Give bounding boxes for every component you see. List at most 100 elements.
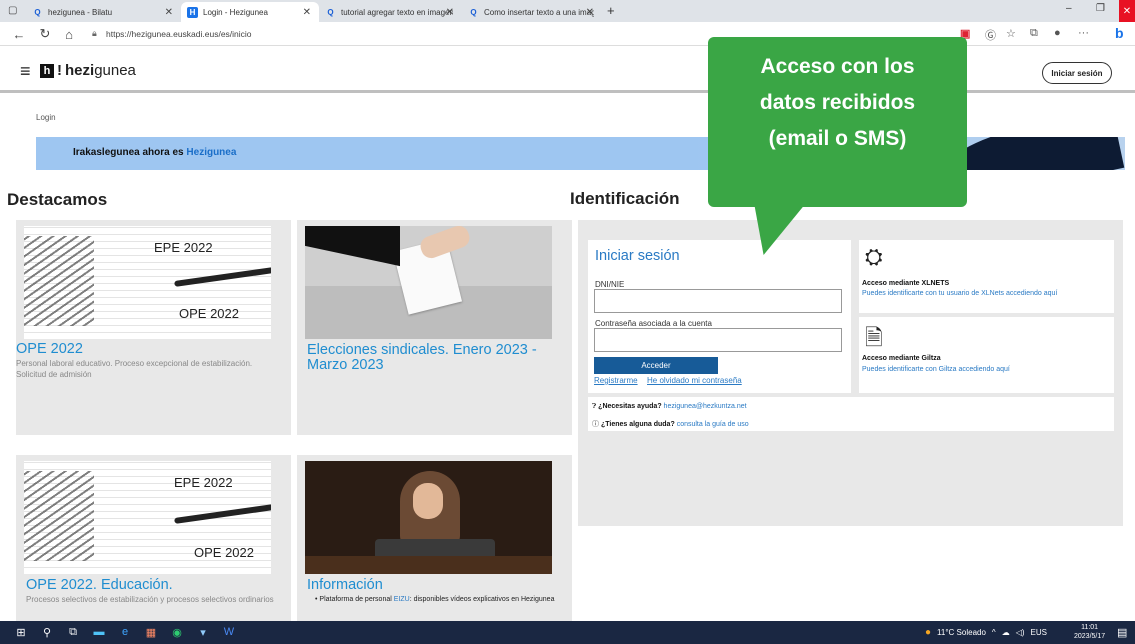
- site-logo[interactable]: h! hezigunea: [40, 62, 136, 79]
- info-icon: ⓘ: [592, 421, 599, 428]
- new-tab-icon[interactable]: +: [607, 3, 615, 18]
- giltza-link[interactable]: Puedes identificarte con Giltza accedien…: [862, 366, 1010, 373]
- dni-input[interactable]: [594, 289, 842, 313]
- logo-mark-icon: h: [40, 63, 54, 78]
- tab-title: Login - Hezigunea: [203, 7, 268, 17]
- login-title: Iniciar sesión: [595, 248, 680, 264]
- help-label: ¿Necesitas ayuda?: [598, 403, 662, 410]
- close-window-icon[interactable]: ✕: [1119, 0, 1135, 22]
- banner-text: Irakaslegunea ahora es Hezigunea: [73, 147, 236, 158]
- close-icon[interactable]: ✕: [586, 7, 594, 18]
- close-icon[interactable]: ✕: [446, 7, 454, 18]
- home-icon[interactable]: ⌂: [60, 25, 78, 43]
- chrome-icon[interactable]: ◉: [170, 625, 184, 639]
- desc-text: Plataforma de personal: [319, 596, 392, 603]
- browser-tab[interactable]: Q tutorial agregar texto en imagen ✕: [319, 2, 462, 22]
- card-description: Personal laboral educativo. Proceso exce…: [16, 359, 253, 379]
- browser-tab[interactable]: Q Como insertar texto a una image ✕: [462, 2, 602, 22]
- submit-button[interactable]: Acceder: [594, 357, 718, 374]
- system-tray: ● 11°C Soleado ^ ☁ ◁) EUS: [925, 627, 1047, 638]
- windows-start-icon[interactable]: ⊞: [14, 625, 28, 639]
- password-label: Contraseña asociada a la cuenta: [595, 319, 712, 328]
- card-title[interactable]: Elecciones sindicales. Enero 2023 - Marz…: [307, 343, 567, 373]
- search-icon: Q: [34, 7, 41, 17]
- volume-icon[interactable]: ◁): [1016, 628, 1025, 637]
- edge-icon[interactable]: e: [118, 625, 132, 639]
- browser-tab-active[interactable]: H Login - Hezigunea ✕: [181, 2, 319, 22]
- card-description: Procesos selectivos de estabilización y …: [26, 595, 274, 604]
- forgot-password-link[interactable]: He olvidado mi contraseña: [647, 376, 742, 385]
- network-icon[interactable]: ☁: [1002, 628, 1010, 637]
- favorites-icon[interactable]: ☆: [1006, 27, 1016, 40]
- weather-text[interactable]: 11°C Soleado: [937, 628, 986, 637]
- card-image: EPE 2022 OPE 2022: [24, 226, 271, 339]
- password-input[interactable]: [594, 328, 842, 352]
- close-icon[interactable]: ✕: [303, 7, 311, 18]
- news-card[interactable]: Información • Plataforma de personal EIZ…: [297, 455, 572, 621]
- restore-icon[interactable]: ❐: [1096, 3, 1105, 14]
- hezigunea-favicon-icon: H: [187, 6, 198, 18]
- tab-actions-icon[interactable]: ▢: [8, 5, 17, 16]
- task-view-icon[interactable]: ⧉: [66, 625, 80, 639]
- news-card[interactable]: EPE 2022 OPE 2022 OPE 2022 Personal labo…: [16, 220, 291, 435]
- logo-suffix: gunea: [94, 62, 136, 79]
- question-icon: ❓︎: [592, 403, 597, 410]
- store-icon[interactable]: ▦: [144, 625, 158, 639]
- section-heading-destacamos: Destacamos: [7, 190, 108, 209]
- collections-icon[interactable]: ⧉: [1030, 27, 1038, 40]
- file-explorer-icon[interactable]: ▬: [92, 625, 106, 639]
- guide-link[interactable]: consulta la guía de uso: [677, 421, 749, 428]
- sun-icon: ●: [925, 627, 932, 638]
- search-icon[interactable]: ⚲: [40, 625, 54, 639]
- header-login-button[interactable]: Iniciar sesión: [1042, 62, 1112, 84]
- giltza-access-box[interactable]: 🗎︎ Acceso mediante Giltza Puedes identif…: [859, 317, 1114, 393]
- news-card[interactable]: Elecciones sindicales. Enero 2023 - Marz…: [297, 220, 572, 435]
- close-icon[interactable]: ✕: [165, 7, 173, 18]
- xlnets-title: Acceso mediante XLNETS: [862, 280, 950, 287]
- users-network-icon: ⛭: [865, 244, 883, 269]
- register-link[interactable]: Registrarme: [594, 376, 638, 385]
- bing-icon[interactable]: b: [1115, 25, 1124, 41]
- image-text: OPE 2022: [179, 306, 239, 321]
- menu-icon[interactable]: ≡: [20, 61, 31, 82]
- search-icon: Q: [470, 7, 477, 17]
- card-title[interactable]: OPE 2022. Educación.: [26, 578, 173, 593]
- card-title[interactable]: Información: [307, 578, 383, 593]
- doubt-label: ¿Tienes alguna duda?: [600, 421, 675, 428]
- callout-line: Acceso con los: [760, 55, 915, 78]
- help-email-link[interactable]: hezigunea@hezkuntza.net: [664, 403, 747, 410]
- profile-icon[interactable]: ●: [1054, 27, 1061, 39]
- more-icon[interactable]: ···: [1078, 27, 1089, 39]
- xlnets-link[interactable]: Puedes identificarte con tu usuario de X…: [862, 290, 1057, 297]
- help-line: ❓︎ ¿Necesitas ayuda? hezigunea@hezkuntza…: [592, 403, 747, 411]
- read-aloud-icon[interactable]: Ⓖ: [985, 27, 996, 43]
- giltza-title: Acceso mediante Giltza: [862, 355, 941, 362]
- back-icon[interactable]: ←: [10, 25, 28, 43]
- browser-tab[interactable]: Q hezigunea - Bilatu ✕: [26, 2, 181, 22]
- breadcrumb: Login: [36, 113, 56, 122]
- search-icon: Q: [327, 7, 334, 17]
- tab-title: Como insertar texto a una image: [484, 7, 594, 17]
- card-description: • Plataforma de personal EIZU: disponibl…: [315, 596, 555, 603]
- refresh-icon[interactable]: ↻: [36, 25, 54, 43]
- tab-title: hezigunea - Bilatu: [48, 7, 113, 17]
- card-title[interactable]: OPE 2022: [16, 342, 83, 357]
- card-image: [305, 226, 552, 339]
- minimize-icon[interactable]: –: [1066, 3, 1072, 14]
- language-indicator[interactable]: EUS: [1031, 628, 1047, 637]
- eizu-link[interactable]: EIZU: [394, 596, 410, 603]
- chevron-up-icon[interactable]: ^: [992, 628, 996, 637]
- desc-text: : disponibles vídeos explicativos en Hez…: [409, 596, 555, 603]
- callout-line: (email o SMS): [768, 127, 907, 150]
- xlnets-access-box[interactable]: ⛭ Acceso mediante XLNETS Puedes identifi…: [859, 240, 1114, 313]
- clock[interactable]: 11:01 2023/5/17: [1074, 623, 1105, 641]
- word-icon[interactable]: W: [222, 625, 236, 639]
- card-image: [305, 461, 552, 574]
- callout-pointer: [745, 205, 805, 255]
- app-icon[interactable]: ▾: [196, 625, 210, 639]
- doubt-line: ⓘ ¿Tienes alguna duda? consulta la guía …: [592, 419, 749, 429]
- image-text: EPE 2022: [154, 240, 213, 255]
- news-card[interactable]: EPE 2022 OPE 2022 OPE 2022. Educación. P…: [16, 455, 291, 621]
- notifications-icon[interactable]: ▤: [1117, 626, 1127, 639]
- clock-time: 11:01: [1081, 624, 1099, 631]
